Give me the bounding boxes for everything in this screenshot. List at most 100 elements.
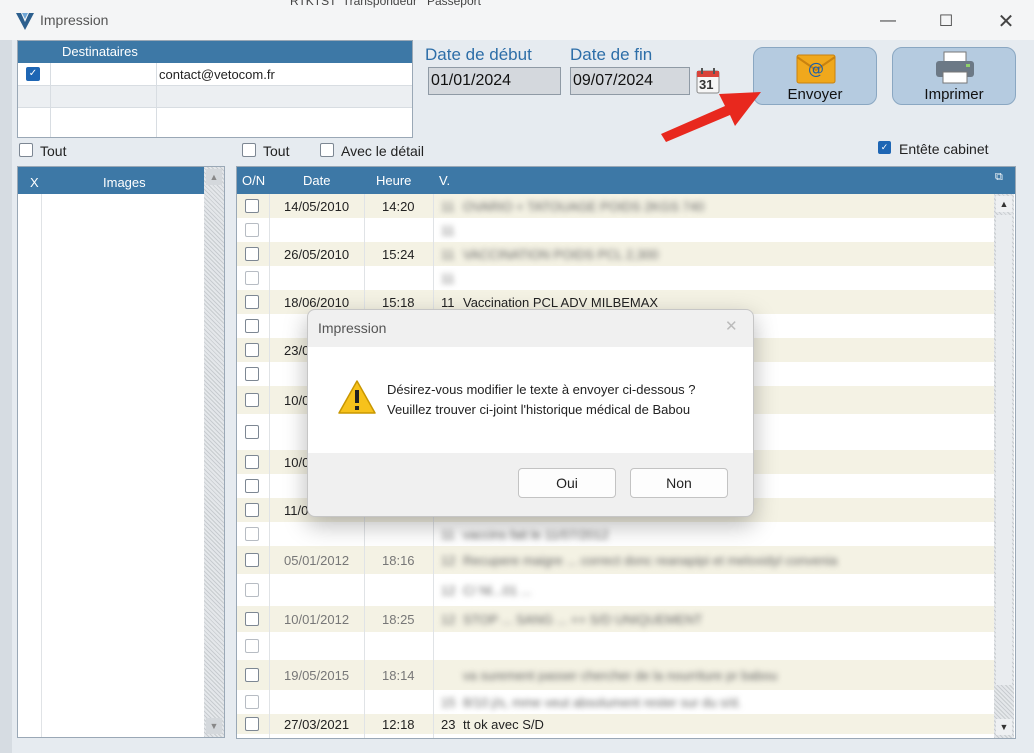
col-date: Date [303, 173, 331, 188]
column-divider [269, 194, 270, 738]
header-cabinet-checkbox[interactable]: ✓ [878, 141, 891, 154]
scroll-thumb[interactable] [996, 215, 1012, 685]
row-checkbox[interactable] [245, 295, 259, 309]
history-row[interactable]: 10/01/2012 18:25 12 STOP ... SANG ... ++ S/… [237, 606, 994, 632]
images-scrollbar[interactable]: ▲ ▼ [204, 167, 224, 737]
row-checkbox[interactable] [245, 455, 259, 469]
row-checkbox[interactable] [245, 393, 259, 407]
row-version: 11 [441, 246, 455, 262]
app-logo-icon [16, 13, 34, 30]
window-title: Impression [40, 12, 109, 28]
no-button[interactable]: Non [630, 468, 728, 498]
row-text: STOP ... SANG ... ++ S/D UNIQUEMENT [463, 611, 703, 627]
background-window-text: RTKTST Transpondeur Passeport [290, 0, 481, 8]
history-row[interactable]: 11 [237, 218, 994, 242]
row-checkbox[interactable] [245, 503, 259, 517]
images-col-images: Images [103, 175, 146, 190]
close-window-button[interactable]: ✕ [986, 8, 1026, 34]
minimize-button[interactable]: — [868, 8, 908, 34]
row-time: 12:18 [382, 717, 415, 732]
history-row[interactable]: 11 vaccins fait le 11/07/2012 [237, 522, 994, 546]
row-date: 19/05/2015 [284, 667, 350, 683]
select-all-history-checkbox[interactable] [242, 143, 256, 157]
header-cabinet-label: Entête cabinet [899, 141, 989, 157]
row-text: tt ok avec S/D [463, 717, 544, 732]
row-checkbox[interactable] [245, 583, 259, 597]
row-checkbox[interactable] [245, 247, 259, 261]
column-divider [41, 194, 42, 737]
history-row[interactable]: 11 [237, 266, 994, 290]
printer-icon [936, 51, 974, 84]
history-row[interactable]: 26/05/2010 15:24 11 VACCINATION POIDS PCL 2… [237, 242, 994, 266]
print-button[interactable]: Imprimer [892, 47, 1016, 105]
row-checkbox[interactable] [245, 343, 259, 357]
row-date: 27/03/2021 [284, 717, 350, 732]
history-row[interactable] [237, 632, 994, 660]
col-time: Heure [376, 173, 412, 188]
row-time: 14:20 [382, 198, 415, 214]
row-date: 26/05/2010 [284, 246, 350, 262]
start-date-label: Date de début [425, 45, 532, 64]
yes-button[interactable]: Oui [518, 468, 616, 498]
row-checkbox[interactable] [245, 223, 259, 237]
select-all-history-label: Tout [263, 143, 290, 159]
recipient-row[interactable]: ✓ contact@vetocom.fr [18, 63, 412, 85]
history-row[interactable]: 14/05/2010 14:20 11 OVARIO + TATOUAGE POIDS… [237, 194, 994, 218]
scroll-up-icon[interactable]: ▲ [206, 169, 222, 185]
select-all-images-checkbox[interactable] [19, 143, 33, 157]
row-time: 18:25 [382, 611, 415, 627]
history-row[interactable]: 19/05/2015 18:14 va surement passer cherch… [237, 660, 994, 690]
recipient-row[interactable] [18, 107, 412, 130]
row-checkbox[interactable] [245, 271, 259, 285]
row-version: 23 [441, 717, 456, 732]
row-checkbox[interactable] [245, 319, 259, 333]
row-checkbox[interactable] [245, 717, 259, 731]
row-checkbox[interactable] [245, 367, 259, 381]
scroll-down-icon[interactable]: ▼ [996, 719, 1012, 735]
row-text: C/ Nl...01 ... [463, 582, 532, 598]
recipient-checkbox[interactable]: ✓ [26, 67, 40, 81]
maximize-button[interactable]: ☐ [926, 8, 966, 34]
recipient-row[interactable] [18, 85, 412, 108]
history-row[interactable]: 15 8/10 j/s, mme veut absolument rester s… [237, 690, 994, 714]
history-scrollbar[interactable]: ▲ ▼ [994, 194, 1014, 738]
send-button[interactable]: @ Envoyer [753, 47, 877, 105]
row-text: vaccins fait le 11/07/2012 [463, 526, 609, 542]
with-detail-checkbox[interactable] [320, 143, 334, 157]
copy-icon[interactable]: ⧉ [995, 171, 1003, 184]
row-text: Vaccination PCL ADV MILBEMAX [463, 294, 659, 310]
row-checkbox[interactable] [245, 695, 259, 709]
row-checkbox[interactable] [245, 425, 259, 439]
row-date: 14/05/2010 [284, 198, 350, 214]
images-panel: X Images ▲ ▼ [17, 166, 225, 738]
row-time: 15:24 [382, 246, 415, 262]
scroll-down-icon[interactable]: ▼ [206, 718, 222, 734]
row-checkbox[interactable] [245, 668, 259, 682]
history-row[interactable]: 05/01/2012 18:16 12 Recupere maigre ... cor… [237, 546, 994, 574]
row-version: 12 [441, 611, 456, 627]
row-text: Recupere maigre ... correct donc reanapi… [463, 552, 838, 568]
scroll-up-icon[interactable]: ▲ [996, 196, 1012, 212]
row-checkbox[interactable] [245, 199, 259, 213]
row-version: 11 [441, 270, 455, 286]
row-checkbox[interactable] [245, 479, 259, 493]
row-text: 8/10 j/s, mme veut absolument rester sur… [463, 694, 742, 710]
row-checkbox[interactable] [245, 553, 259, 567]
start-date-field[interactable]: 01/01/2024 [428, 67, 561, 95]
recipients-header-label: Destinataires [62, 44, 138, 59]
end-date-label: Date de fin [570, 45, 653, 64]
dialog-close-icon[interactable]: ✕ [725, 317, 738, 335]
row-version: 11 [441, 198, 455, 214]
column-divider [50, 63, 51, 137]
history-row[interactable]: 12 C/ Nl...01 ... [237, 574, 994, 606]
recipient-email: contact@vetocom.fr [159, 67, 275, 82]
row-checkbox[interactable] [245, 639, 259, 653]
row-checkbox[interactable] [245, 612, 259, 626]
with-detail-label: Avec le détail [341, 143, 425, 159]
red-arrow-annotation [661, 92, 761, 142]
row-time: 18:14 [382, 667, 415, 683]
recipients-header: Destinataires [18, 41, 412, 63]
row-checkbox[interactable] [245, 527, 259, 541]
history-row[interactable]: 27/03/2021 12:18 23 tt ok avec S/D [237, 714, 994, 734]
row-date: 23/0 [284, 342, 310, 358]
